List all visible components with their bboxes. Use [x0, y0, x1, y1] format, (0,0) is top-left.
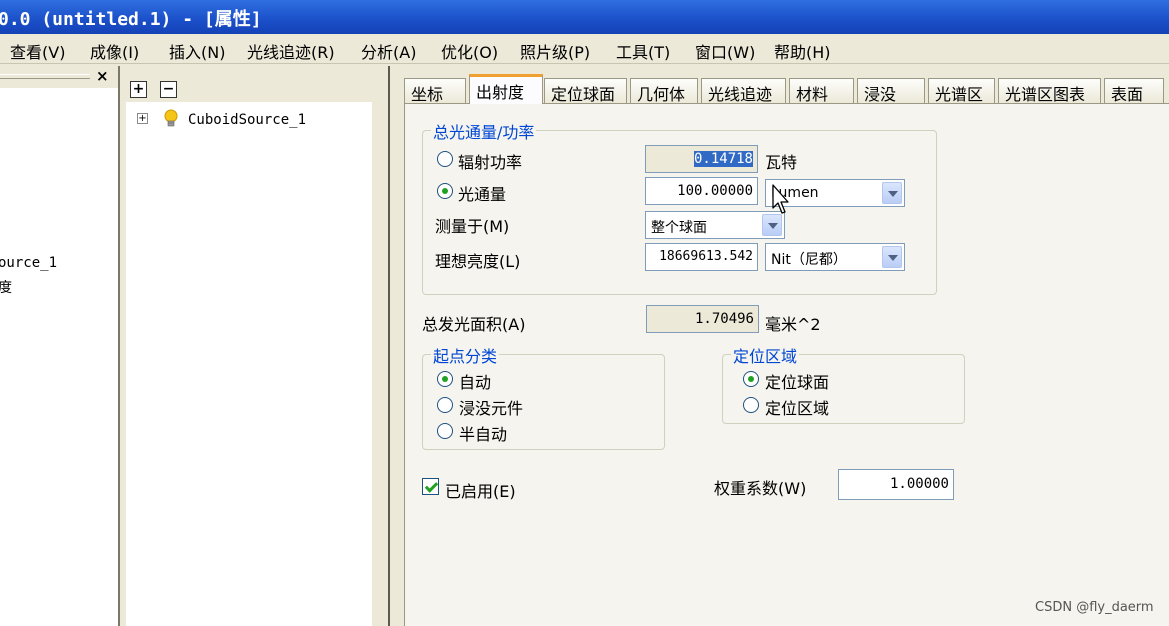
- tree-view: [126, 102, 372, 626]
- tab-surface[interactable]: 表面: [1104, 78, 1164, 104]
- origin-semiauto-radio[interactable]: [437, 423, 453, 439]
- tab-coordinates[interactable]: 坐标: [404, 78, 466, 104]
- panel-grip[interactable]: [0, 74, 90, 79]
- origin-auto-radio[interactable]: [437, 371, 453, 387]
- luminous-flux-field[interactable]: 100.00000: [645, 177, 758, 205]
- ideal-luminance-label: 理想亮度(L): [435, 252, 521, 271]
- left-panel-item[interactable]: ource_1: [0, 255, 57, 271]
- origin-immersed-radio[interactable]: [437, 397, 453, 413]
- menu-insert[interactable]: 插入(N): [169, 39, 225, 63]
- measure-select[interactable]: 整个球面: [645, 211, 785, 239]
- aim-area-radio[interactable]: [743, 397, 759, 413]
- origin-semiauto-label: 半自动: [459, 425, 508, 444]
- menu-raytrace[interactable]: 光线追迹(R): [247, 39, 335, 63]
- tab-immersion[interactable]: 浸没: [857, 78, 925, 104]
- total-flux-group: 总光通量/功率 辐射功率 0.14718 瓦特 光通量 100.00000 Lu…: [422, 119, 937, 295]
- chevron-down-icon[interactable]: [762, 214, 782, 236]
- menu-photorealistic[interactable]: 照片级(P): [520, 39, 590, 63]
- aim-area-label: 定位区域: [765, 399, 830, 418]
- aim-sphere-label: 定位球面: [765, 373, 830, 392]
- tab-geometry[interactable]: 几何体: [630, 78, 698, 104]
- menu-window[interactable]: 窗口(W): [695, 39, 755, 63]
- tree-node-cuboid-source[interactable]: CuboidSource_1: [188, 112, 306, 128]
- tab-spectral-chart[interactable]: 光谱区图表: [998, 78, 1101, 104]
- left-panel-item[interactable]: 度: [0, 277, 12, 297]
- left-panel: × ource_1 度: [0, 66, 118, 626]
- mouse-cursor-icon: [772, 184, 789, 214]
- aim-region-group: 定位区域 定位球面 定位区域: [722, 343, 965, 424]
- enabled-label: 已启用(E): [445, 482, 516, 501]
- menu-analysis[interactable]: 分析(A): [361, 39, 416, 63]
- tab-material[interactable]: 材料: [789, 78, 854, 104]
- splitter[interactable]: [388, 66, 398, 626]
- group-title: 总光通量/功率: [431, 119, 537, 143]
- group-title: 起点分类: [431, 343, 500, 367]
- properties-panel: 坐标 出射度 定位球面 几何体 光线追迹 材料 浸没 光谱区 光谱区图表 表面 …: [398, 66, 1169, 626]
- tab-emittance[interactable]: 出射度: [469, 74, 543, 104]
- origin-auto-label: 自动: [459, 373, 492, 392]
- watermark: CSDN @fly_daerm: [1035, 600, 1154, 615]
- left-panel-header: ×: [0, 66, 118, 88]
- menu-optimize[interactable]: 优化(O): [441, 39, 498, 63]
- tree-expand-icon[interactable]: +: [137, 113, 148, 124]
- group-title: 定位区域: [731, 343, 800, 367]
- menu-bar: 查看(V) 成像(I) 插入(N) 光线追迹(R) 分析(A) 优化(O) 照片…: [0, 34, 1169, 64]
- menu-view[interactable]: 查看(V): [10, 39, 65, 63]
- close-icon[interactable]: ×: [96, 67, 109, 85]
- tab-aim-sphere[interactable]: 定位球面: [544, 78, 627, 104]
- origin-class-group: 起点分类 自动 浸没元件 半自动: [422, 343, 665, 450]
- enabled-checkbox[interactable]: [422, 478, 439, 495]
- luminous-flux-label: 光通量: [458, 185, 507, 204]
- title-bar: 0.0 (untitled.1) - [属性]: [0, 0, 1169, 34]
- collapse-all-button[interactable]: −: [160, 81, 177, 98]
- tab-raytrace[interactable]: 光线追迹: [701, 78, 786, 104]
- chevron-down-icon[interactable]: [882, 182, 902, 204]
- window-title: 0.0 (untitled.1) - [属性]: [0, 9, 262, 30]
- radiant-power-unit: 瓦特: [765, 153, 798, 172]
- menu-help[interactable]: 帮助(H): [774, 39, 831, 63]
- chevron-down-icon[interactable]: [882, 246, 902, 268]
- radiant-power-field[interactable]: 0.14718: [645, 145, 758, 173]
- menu-tools[interactable]: 工具(T): [616, 39, 670, 63]
- ideal-luminance-field[interactable]: 18669613.542: [645, 243, 758, 271]
- emitting-area-field: 1.70496: [646, 305, 759, 333]
- radiant-power-label: 辐射功率: [458, 153, 523, 172]
- light-bulb-icon: [164, 109, 178, 127]
- aim-sphere-radio[interactable]: [743, 371, 759, 387]
- menu-imaging[interactable]: 成像(I): [90, 39, 139, 63]
- weight-field[interactable]: 1.00000: [838, 469, 954, 500]
- emitting-area-unit: 毫米^2: [765, 315, 821, 334]
- luminance-unit-select[interactable]: Nit（尼都）: [765, 243, 905, 271]
- emittance-tab-page: 总光通量/功率 辐射功率 0.14718 瓦特 光通量 100.00000 Lu…: [404, 103, 1169, 626]
- tree-panel: + − + CuboidSource_1: [126, 66, 388, 626]
- expand-all-button[interactable]: +: [130, 81, 147, 98]
- weight-label: 权重系数(W): [714, 479, 807, 498]
- tab-spectral-region[interactable]: 光谱区: [928, 78, 995, 104]
- splitter[interactable]: [118, 66, 126, 626]
- luminous-flux-radio[interactable]: [437, 183, 453, 199]
- emitting-area-label: 总发光面积(A): [422, 315, 526, 334]
- radiant-power-radio[interactable]: [437, 151, 453, 167]
- measure-label: 测量于(M): [435, 217, 510, 236]
- origin-immersed-label: 浸没元件: [459, 399, 524, 418]
